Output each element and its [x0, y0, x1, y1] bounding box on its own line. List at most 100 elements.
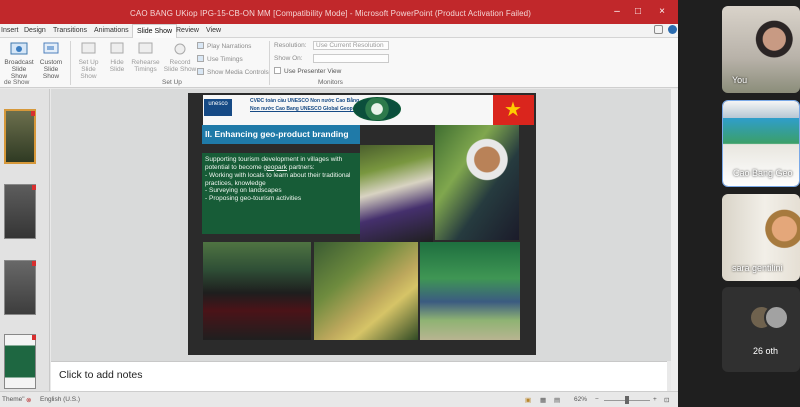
minimize-icon[interactable]: – [610, 6, 624, 18]
notes-placeholder: Click to add notes [59, 369, 143, 381]
tab-insert[interactable]: Insert [1, 27, 19, 34]
language-label: English (U.S.) [40, 396, 81, 403]
custom-slide-show-button[interactable]: Custom Slide Show [35, 41, 67, 80]
vertical-scrollbar[interactable] [671, 89, 678, 391]
broadcast-button[interactable]: Broadcast Slide Show [4, 41, 34, 80]
other-participants-tile[interactable]: 26 oth [722, 287, 800, 372]
show-on-label: Show On: [274, 55, 303, 62]
minimize-ribbon-icon[interactable] [654, 25, 663, 34]
slide-thumbnail[interactable] [4, 184, 36, 239]
normal-view-icon[interactable]: ▣ [525, 396, 531, 404]
unesco-logo: unesco [204, 99, 232, 116]
tab-transitions[interactable]: Transitions [53, 27, 87, 34]
presenter-view-label: Use Presenter View [284, 68, 342, 75]
zoom-level: 62% [574, 396, 588, 403]
bullet-item: Surveying on landscapes [205, 187, 357, 195]
play-narrations-checkbox[interactable]: Play Narrations [197, 42, 251, 50]
zoom-out-icon[interactable]: − [595, 396, 599, 403]
tab-review[interactable]: Review [176, 27, 199, 34]
rehearse-icon [138, 42, 152, 54]
zoom-slider-handle[interactable] [625, 396, 629, 404]
show-media-controls-label: Show Media Controls [207, 69, 269, 76]
smiling-woman-photo [435, 125, 519, 240]
zoom-in-icon[interactable]: + [653, 396, 657, 403]
participant-tile-cao-bang-geo[interactable]: Cao Bang Geo [722, 100, 800, 187]
play-narrations-label: Play Narrations [207, 43, 252, 50]
title-bar: CAO BANG UKiop IPG-15-CB-ON MM [Compatib… [0, 0, 678, 24]
set-up-slide-show-button[interactable]: Set Up Slide Show [73, 41, 104, 80]
show-on-dropdown[interactable] [313, 54, 389, 63]
other-participants-count: 26 oth [753, 346, 779, 356]
participant-name: You [732, 75, 748, 85]
theme-name: Theme" [2, 396, 25, 403]
unesco-label: unesco [208, 101, 228, 107]
weaving-photo [314, 242, 418, 340]
ribbon-tabs: Insert Design Transitions Animations Sli… [0, 24, 678, 39]
rehearse-label: Rehearse Timings [131, 59, 160, 73]
notes-area[interactable]: Click to add notes [51, 361, 667, 391]
participant-name: Cao Bang Geo [733, 168, 793, 178]
close-icon[interactable]: × [655, 6, 669, 18]
use-timings-checkbox[interactable]: Use Timings [197, 55, 243, 63]
participant-tile-you[interactable]: You [722, 6, 800, 93]
spell-check-icon[interactable]: ⊗ [26, 396, 31, 404]
resolution-dropdown[interactable]: Use Current Resolution [313, 41, 389, 50]
use-timings-label: Use Timings [207, 56, 243, 63]
custom-slide-show-label: Custom Slide Show [39, 59, 63, 80]
slide-sorter-icon[interactable]: ▦ [540, 396, 546, 404]
slide-thumbnail[interactable] [4, 109, 36, 164]
slide-heading: II. Enhancing geo-product branding [202, 125, 360, 144]
hide-slide-label: Hide Slide [109, 59, 125, 73]
custom-show-icon [43, 42, 59, 54]
slide-show-ribbon: Broadcast Slide Show Custom Slide Show S… [0, 38, 678, 88]
slide-content-box: Supporting tourism development in villag… [202, 153, 360, 234]
resolution-label: Resolution: [274, 42, 307, 49]
bullet-item: Working with locals to learn about their… [205, 172, 357, 187]
presenter-view-checkbox[interactable]: Use Presenter View [274, 67, 341, 75]
broadcast-icon [10, 42, 28, 55]
powerpoint-window: CAO BANG UKiop IPG-15-CB-ON MM [Compatib… [0, 0, 678, 407]
set-up-label: Set Up Slide Show [78, 59, 99, 80]
geopark-logo [353, 97, 401, 121]
vietnam-flag: ★ [493, 95, 534, 125]
status-bar: Theme" ⊗ English (U.S.) ▣ ▦ ▤ 62% − + ⊡ [0, 391, 678, 407]
record-label: Record Slide Show [163, 59, 197, 73]
ribbon-separator [269, 41, 270, 85]
show-media-controls-checkbox[interactable]: Show Media Controls [197, 68, 269, 76]
slide-thumbnail[interactable] [4, 334, 36, 389]
group-set-up-label: Set Up [162, 79, 182, 86]
reading-view-icon[interactable]: ▤ [554, 396, 560, 404]
record-icon [174, 43, 186, 55]
set-up-icon [81, 42, 95, 54]
content-geopark: geopark [263, 163, 288, 171]
broadcast-label: Broadcast Slide Show [4, 59, 34, 80]
slide-header: unesco CVĐC toàn cầu UNESCO Non nước Cao… [203, 95, 534, 125]
participant-tile-sara-gentilini[interactable]: sara gentilini [722, 194, 800, 281]
help-icon[interactable] [668, 25, 677, 34]
participant-name: sara gentilini [732, 263, 783, 273]
hide-slide-icon [110, 42, 124, 54]
bullet-item: Proposing geo-tourism activities [205, 195, 357, 203]
tab-view[interactable]: View [206, 27, 221, 34]
ribbon-separator [70, 41, 71, 85]
slide-editor: unesco CVĐC toàn cầu UNESCO Non nước Cao… [51, 89, 672, 361]
maximize-icon[interactable]: □ [631, 6, 645, 18]
record-slide-show-button[interactable]: Record Slide Show [162, 41, 198, 73]
avatar [764, 305, 789, 330]
slide-thumbnail[interactable] [4, 260, 36, 315]
tab-design[interactable]: Design [24, 27, 46, 34]
current-slide[interactable]: unesco CVĐC toàn cầu UNESCO Non nước Cao… [188, 93, 536, 355]
window-title: CAO BANG UKiop IPG-15-CB-ON MM [Compatib… [130, 9, 531, 18]
hide-slide-button[interactable]: Hide Slide [106, 41, 128, 73]
slide-thumbnails-pane [0, 89, 50, 391]
group-slide-show-label: de Show [4, 79, 30, 86]
tab-animations[interactable]: Animations [94, 27, 129, 34]
fit-slide-icon[interactable]: ⊡ [664, 396, 669, 404]
villagers-photo [360, 145, 433, 242]
group-monitors-label: Monitors [318, 79, 343, 86]
rehearse-timings-button[interactable]: Rehearse Timings [130, 41, 161, 73]
forest-survey-photo [420, 242, 520, 340]
content-partners: partners: [288, 163, 315, 171]
traditional-dress-photo [203, 242, 311, 340]
tab-slide-show[interactable]: Slide Show [132, 24, 178, 39]
